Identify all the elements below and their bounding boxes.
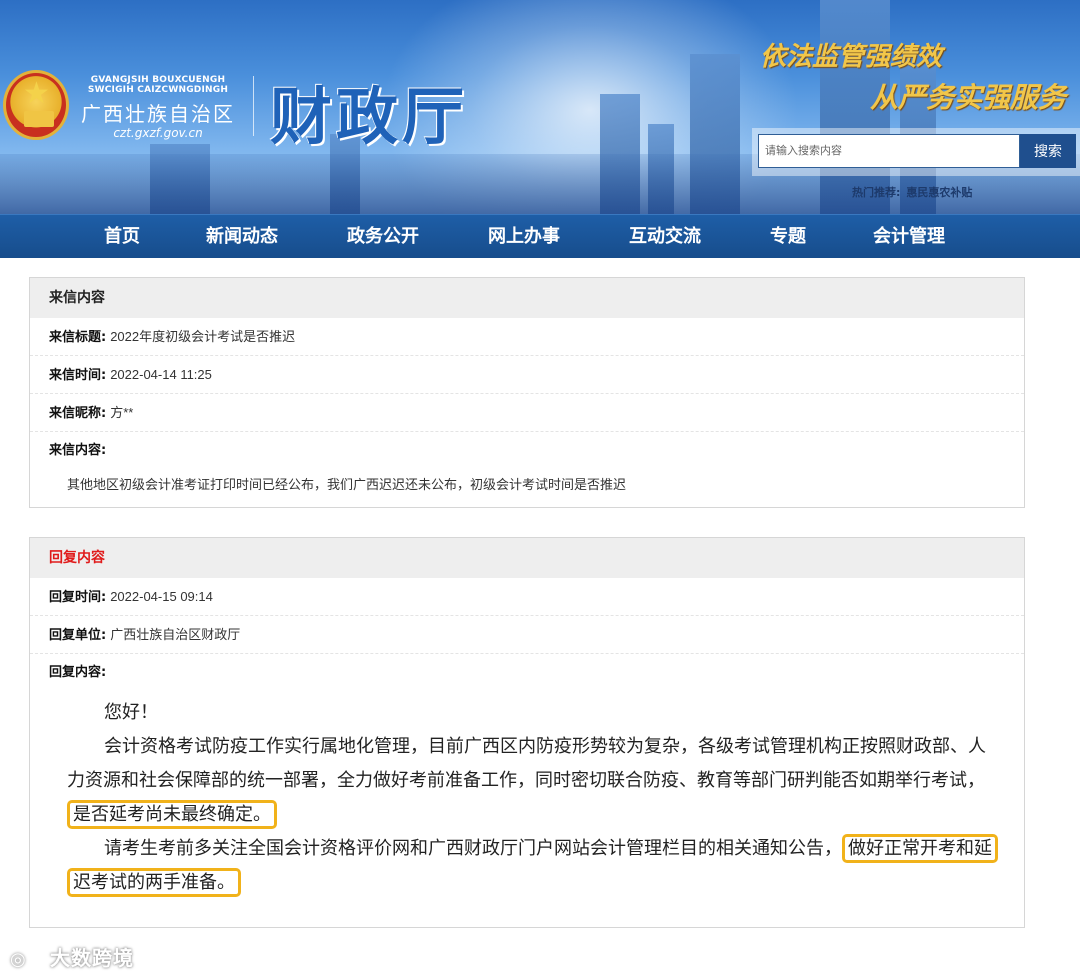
reply-section-title: 回复内容 [30, 538, 1024, 578]
letter-nickname-value: 方** [110, 405, 134, 420]
letter-content-text: 其他地区初级会计准考证打印时间已经公布，我们广西迟迟还未公布，初级会计考试时间是… [67, 478, 627, 493]
header-banner: ★ GVANGJSIH BOUXCUENGH SWCIGIH CAIZCWNGD… [0, 0, 1080, 214]
slogan-line-1: 依法监管强绩效 [759, 42, 942, 72]
field-label: 来信昵称: [49, 406, 107, 421]
letter-content-row: 来信内容: [30, 432, 1024, 470]
reply-paragraph-2-text: 请考生考前多关注全国会计资格评价网和广西财政厅门户网站会计管理栏目的相关通知公告… [104, 838, 842, 859]
highlight-postpone-undecided: 是否延考尚未最终确定。 [67, 800, 277, 829]
header-divider [253, 76, 254, 136]
nav-item-home[interactable]: 首页 [104, 215, 140, 259]
reply-time-value: 2022-04-15 09:14 [110, 589, 213, 604]
nav-item-topics[interactable]: 专题 [770, 215, 806, 259]
field-label: 回复时间: [49, 590, 107, 605]
field-label: 回复单位: [49, 628, 107, 643]
field-label: 来信内容: [49, 443, 107, 458]
gate-icon [24, 111, 54, 127]
search-input[interactable] [758, 134, 1020, 168]
letter-time-value: 2022-04-14 11:25 [110, 367, 212, 382]
watermark: ◎ 大数跨境 [10, 942, 134, 971]
reply-content-row: 回复内容: [30, 654, 1024, 692]
reply-unit-value: 广西壮族自治区财政厅 [110, 627, 241, 642]
reply-content: 您好！ 会计资格考试防疫工作实行属地化管理，目前广西区内防疫形势较为复杂，各级考… [30, 692, 1024, 928]
field-label: 回复内容: [49, 665, 107, 680]
nav-item-government-affairs[interactable]: 政务公开 [347, 215, 419, 259]
org-latin-name: GVANGJSIH BOUXCUENGH SWCIGIH CAIZCWNGDIN… [87, 75, 229, 95]
letter-time-row: 来信时间: 2022-04-14 11:25 [30, 356, 1024, 394]
nav-item-news[interactable]: 新闻动态 [206, 215, 278, 259]
nav-item-online-services[interactable]: 网上办事 [488, 215, 560, 259]
reply-paragraph-2: 请考生考前多关注全国会计资格评价网和广西财政厅门户网站会计管理栏目的相关通知公告… [67, 832, 998, 900]
main-nav: 首页 新闻动态 政务公开 网上办事 互动交流 专题 会计管理 [0, 214, 1080, 258]
star-icon: ★ [23, 76, 50, 111]
letter-nickname-row: 来信昵称: 方** [30, 394, 1024, 432]
site-title: 财政厅 [270, 80, 469, 153]
reply-paragraph-1: 会计资格考试防疫工作实行属地化管理，目前广西区内防疫形势较为复杂，各级考试管理机… [67, 730, 994, 832]
org-name: 广西壮族自治区 [81, 102, 235, 126]
hot-recommend-label: 热门推荐: [852, 186, 901, 199]
letter-title-value: 2022年度初级会计考试是否推迟 [110, 329, 296, 344]
field-label: 来信标题: [49, 330, 107, 345]
reply-paragraph-1-text: 会计资格考试防疫工作实行属地化管理，目前广西区内防疫形势较为复杂，各级考试管理机… [67, 736, 986, 791]
reply-panel: 回复内容 回复时间: 2022-04-15 09:14 回复单位: 广西壮族自治区财… [29, 537, 1025, 928]
hot-recommend-link[interactable]: 惠民惠农补贴 [906, 186, 972, 199]
watermark-text: 大数跨境 [50, 946, 134, 970]
reply-unit-row: 回复单位: 广西壮族自治区财政厅 [30, 616, 1024, 654]
nav-item-interaction[interactable]: 互动交流 [629, 215, 701, 259]
letter-title-row: 来信标题: 2022年度初级会计考试是否推迟 [30, 318, 1024, 356]
slogan-line-2: 从严务实强服务 [869, 81, 1066, 114]
reply-time-row: 回复时间: 2022-04-15 09:14 [30, 578, 1024, 616]
field-label: 来信时间: [49, 368, 107, 383]
letter-panel: 来信内容 来信标题: 2022年度初级会计考试是否推迟 来信时间: 2022-04-… [29, 277, 1025, 508]
search-button[interactable]: 搜索 [1020, 134, 1076, 168]
hot-recommend: 热门推荐: 惠民惠农补贴 [852, 184, 972, 200]
org-domain: czt.gxzf.gov.cn [113, 126, 203, 140]
reply-greeting: 您好！ [104, 702, 158, 723]
national-emblem-logo: ★ [3, 70, 69, 140]
watermark-logo-icon: ◎ [10, 949, 27, 970]
nav-item-accounting[interactable]: 会计管理 [873, 215, 945, 259]
letter-section-title: 来信内容 [30, 278, 1024, 318]
